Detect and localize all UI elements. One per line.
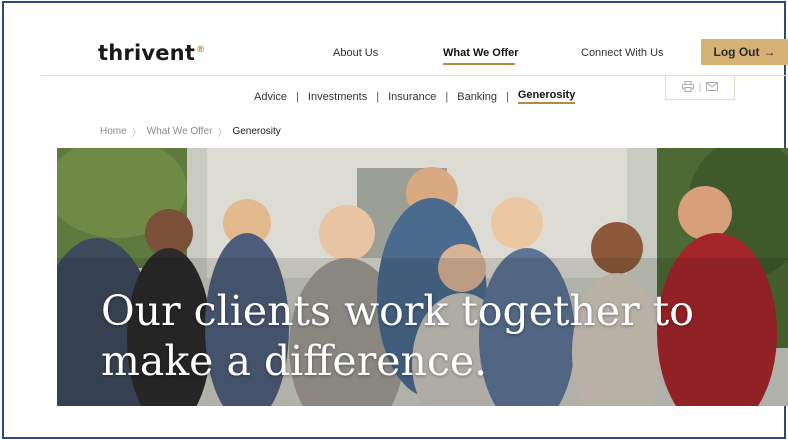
subnav-generosity[interactable]: Generosity	[517, 89, 576, 104]
subnav-separator: |	[296, 90, 299, 103]
subnav-separator: |	[445, 90, 449, 103]
subnav-banking[interactable]: Banking	[457, 91, 497, 103]
chevron-right-icon: 〉	[217, 128, 228, 139]
print-icon[interactable]	[681, 80, 694, 95]
breadcrumb-current: Generosity	[232, 126, 281, 137]
breadcrumb-what-we-offer[interactable]: What We Offer	[147, 126, 213, 137]
log-out-button[interactable]: Log Out →	[701, 39, 788, 65]
subnav-separator: |	[376, 90, 380, 103]
hero-headline-line-2: make a difference.	[101, 337, 488, 385]
subnav-investments[interactable]: Investments	[308, 91, 367, 103]
logo-text: thrivent	[98, 41, 196, 65]
breadcrumb: Home 〉 What We Offer 〉 Generosity	[100, 124, 281, 139]
arrow-right-icon: →	[763, 45, 776, 59]
utility-separator: |	[698, 82, 702, 93]
breadcrumb-home[interactable]: Home	[100, 126, 127, 137]
logo-mark: ®	[196, 45, 206, 55]
hero-banner: Our clients work together to make a diff…	[57, 148, 788, 406]
thrivent-logo[interactable]: thrivent®	[98, 41, 205, 65]
sub-navigation: Advice | Investments | Insurance | Banki…	[254, 89, 576, 104]
subnav-advice[interactable]: Advice	[254, 91, 287, 103]
subnav-separator: |	[506, 90, 509, 103]
hero-headline-line-1: Our clients work together to	[101, 287, 694, 335]
browser-frame: thrivent® About Us What We Offer Connect…	[2, 1, 788, 439]
hero-headline: Our clients work together to make a diff…	[101, 286, 761, 386]
nav-what-we-offer[interactable]: What We Offer	[443, 47, 519, 59]
email-icon[interactable]	[706, 81, 719, 94]
nav-about-us[interactable]: About Us	[333, 47, 378, 59]
page-utilities: |	[665, 76, 735, 100]
subnav-insurance[interactable]: Insurance	[388, 91, 436, 103]
nav-connect-with-us[interactable]: Connect With Us	[581, 47, 664, 59]
log-out-label: Log Out	[713, 45, 760, 59]
active-nav-underline	[443, 63, 515, 65]
chevron-right-icon: 〉	[131, 128, 142, 139]
